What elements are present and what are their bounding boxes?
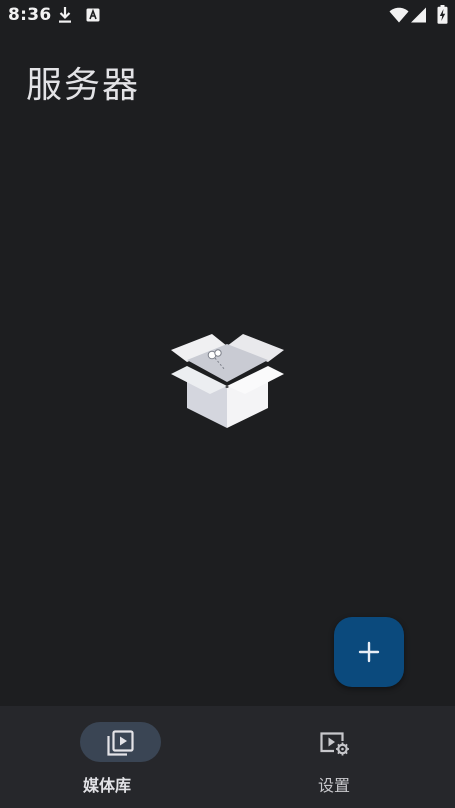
media-library-icon — [107, 730, 134, 756]
battery-charging-icon — [437, 5, 448, 24]
signal-icon — [411, 7, 426, 23]
status-time: 8:36 — [8, 5, 52, 25]
nav-item-settings[interactable]: 设置 — [227, 706, 455, 808]
server-screen: 8:36 服务器 媒体库 设置 — [0, 0, 455, 808]
status-bar: 8:36 — [0, 0, 455, 32]
page-title: 服务器 — [26, 65, 141, 106]
plus-icon — [358, 641, 380, 663]
add-server-button[interactable] — [334, 617, 404, 687]
nav-label-media-library: 媒体库 — [82, 776, 131, 795]
video-settings-icon — [320, 732, 349, 756]
wifi-icon — [389, 7, 409, 23]
notification-a-icon — [86, 8, 100, 22]
nav-label-settings: 设置 — [317, 776, 350, 795]
empty-box-icon — [171, 334, 284, 428]
bottom-navigation: 媒体库 设置 — [0, 706, 455, 808]
nav-item-media-library[interactable]: 媒体库 — [0, 706, 228, 808]
download-icon — [59, 7, 71, 23]
